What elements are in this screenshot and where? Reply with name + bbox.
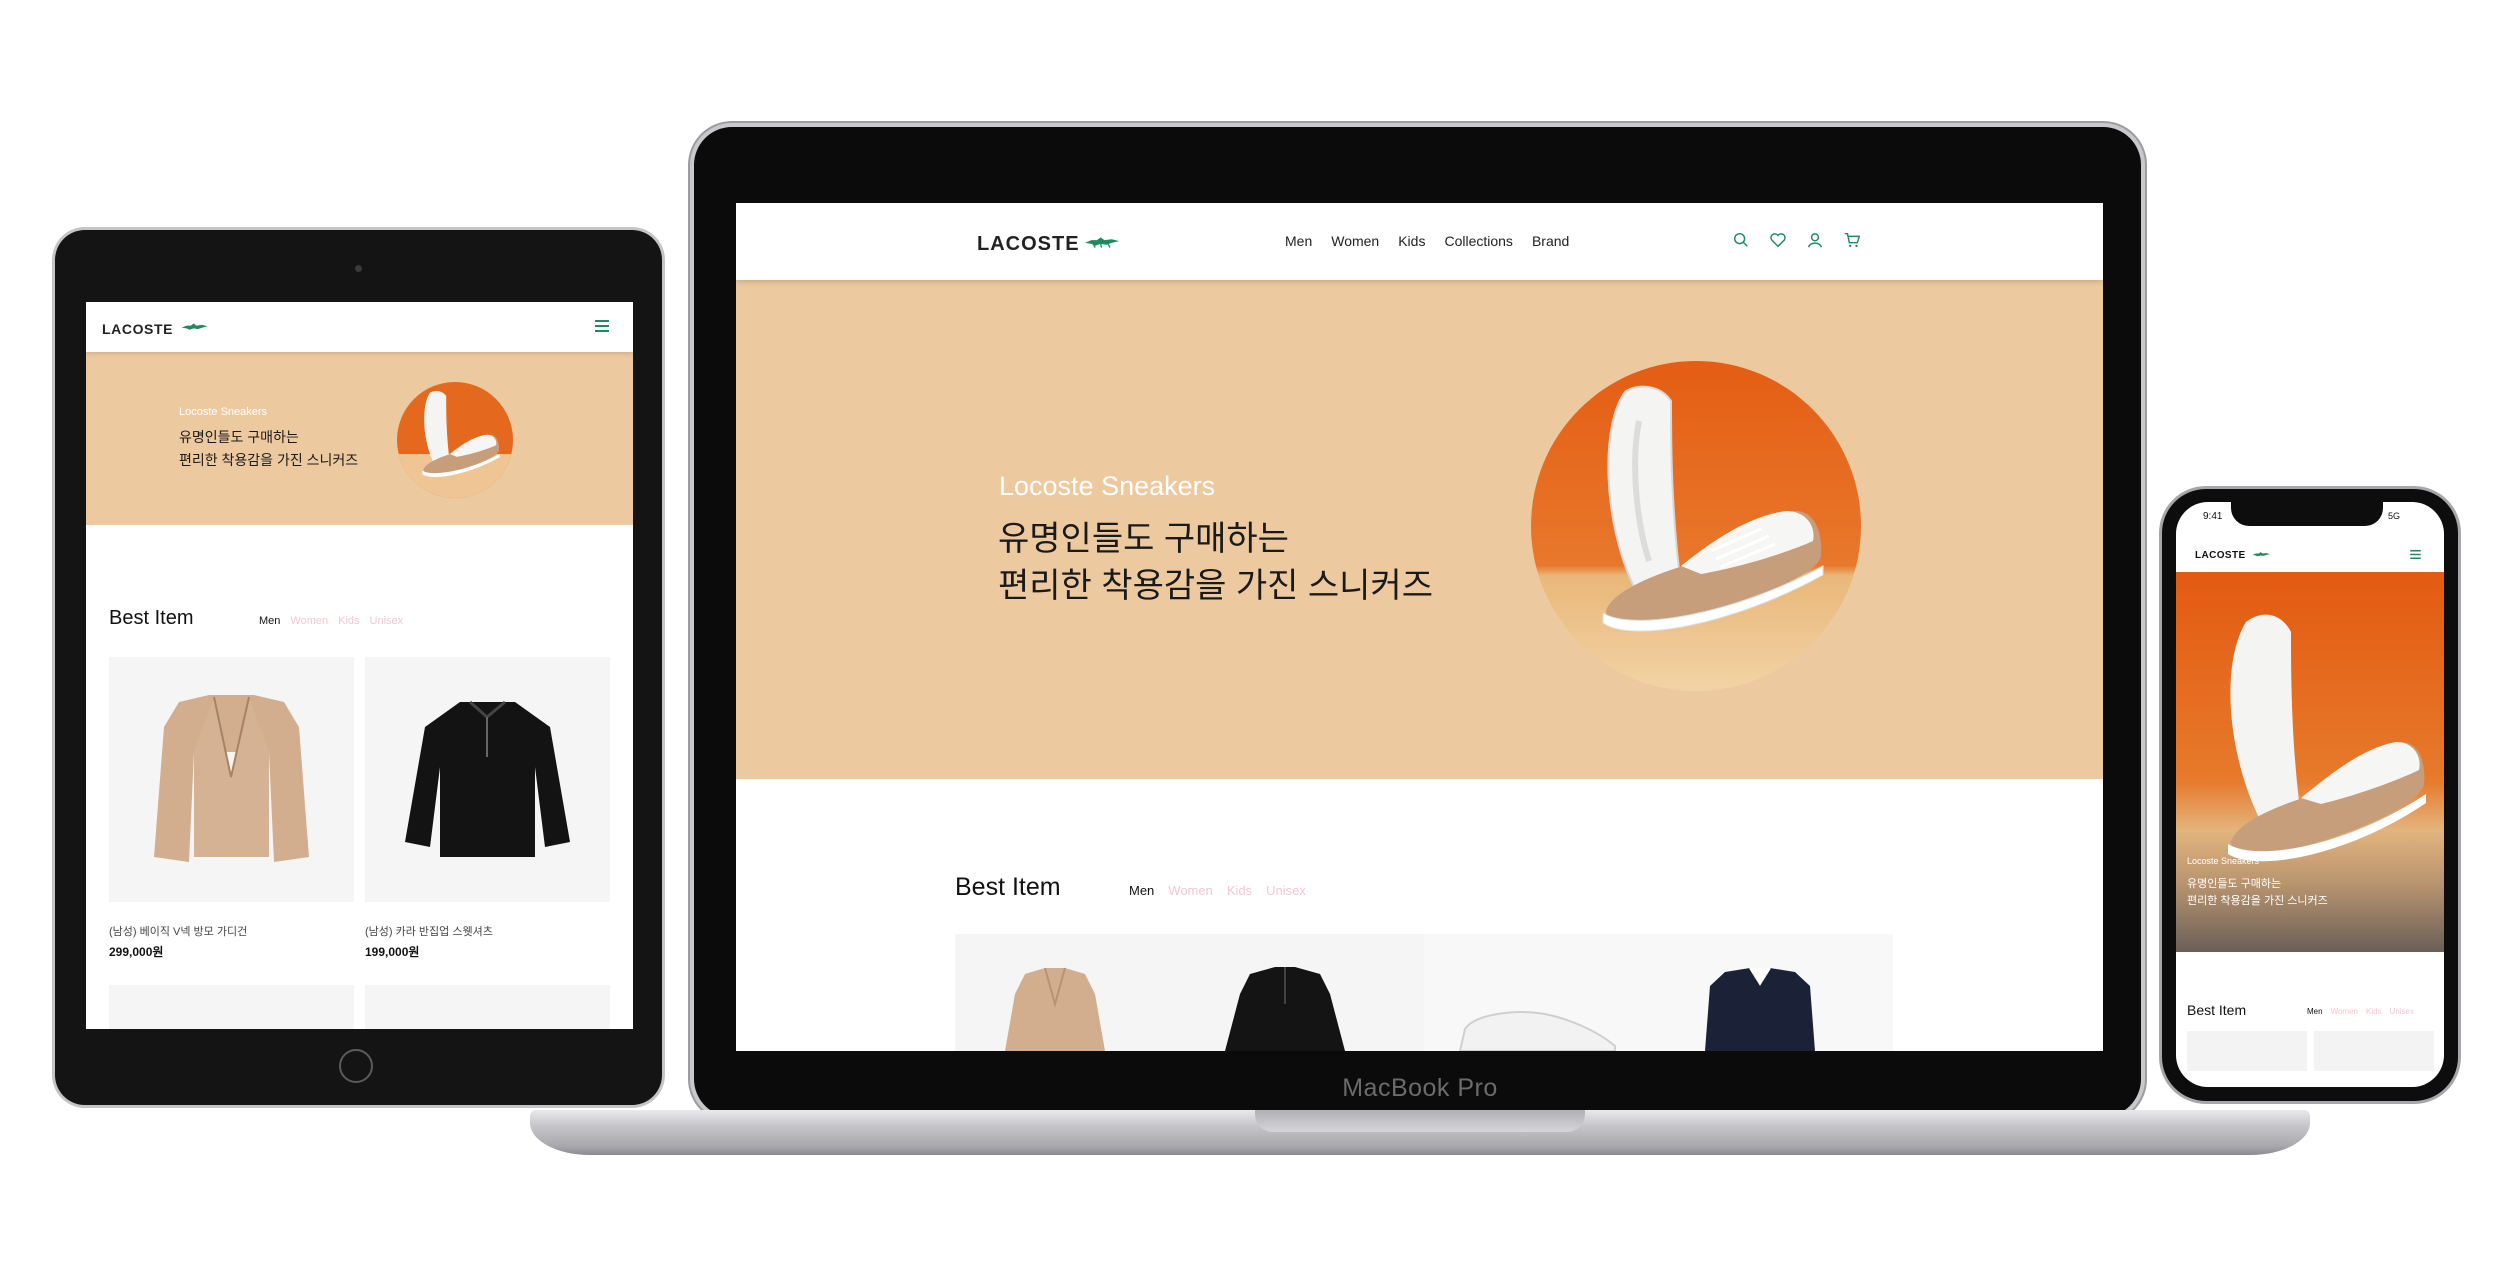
tab-kids[interactable]: Kids: [1227, 883, 1252, 898]
sneaker-image: [1531, 361, 1861, 691]
product-grid: [955, 934, 1893, 1051]
status-network: 5G: [2388, 511, 2401, 521]
nav-brand[interactable]: Brand: [1532, 233, 1569, 249]
product-name[interactable]: (남성) 베이직 V넥 방모 가디건: [109, 923, 247, 939]
nav-women[interactable]: Women: [1331, 233, 1379, 249]
macbook-thumb-notch: [1255, 1110, 1585, 1132]
hero-headline-line2: 편리한 착용감을 가진 스니커즈: [998, 567, 1433, 605]
hero-headline: 유명인들도 구매하는 편리한 착용감을 가진 스니커즈: [179, 426, 358, 472]
hero-headline-line1: 유명인들도 구매하는: [998, 520, 1289, 558]
main-nav: Men Women Kids Collections Brand: [1285, 233, 1569, 249]
tablet-screen: LACOSTE Locoste Sneakers 유명인들도 구매하는 편리한 …: [86, 302, 633, 1029]
heart-icon[interactable]: [1769, 231, 1787, 249]
nav-kids[interactable]: Kids: [1398, 233, 1425, 249]
best-item-title: Best Item: [955, 873, 1061, 901]
camera-icon: [355, 265, 362, 272]
crocodile-icon: [1084, 237, 1120, 248]
hero-banner: [2176, 572, 2444, 952]
search-icon[interactable]: [1732, 231, 1750, 249]
best-item-tabs: Men Women Kids Unisex: [1129, 883, 1306, 898]
macbook-label: MacBook Pro: [1342, 1074, 1498, 1102]
phone-screen: LACOSTE: [2176, 502, 2444, 1087]
nav-men[interactable]: Men: [1285, 233, 1312, 249]
site-header: LACOSTE Men Women Kids Collections Brand: [736, 203, 2103, 280]
product-card[interactable]: [365, 985, 610, 1029]
product-card[interactable]: [109, 657, 354, 902]
hamburger-menu-icon[interactable]: [595, 320, 609, 332]
tab-unisex[interactable]: Unisex: [370, 615, 404, 627]
tab-women[interactable]: Women: [1168, 883, 1213, 898]
tab-men[interactable]: Men: [259, 615, 280, 627]
site-logo[interactable]: LACOSTE: [2195, 550, 2246, 561]
home-button[interactable]: [339, 1049, 373, 1083]
product-card[interactable]: [109, 985, 354, 1029]
tab-women[interactable]: Women: [290, 615, 328, 627]
product-cardigan-image: [154, 695, 309, 862]
phone-notch: [2231, 502, 2383, 526]
tab-men[interactable]: Men: [1129, 883, 1154, 898]
best-item-tabs: Men Women Kids Unisex: [259, 615, 403, 627]
status-time: 9:41: [2203, 511, 2223, 522]
hamburger-menu-icon[interactable]: [2410, 550, 2421, 559]
tablet-header: LACOSTE: [86, 302, 633, 352]
cart-icon[interactable]: [1843, 231, 1861, 249]
tab-unisex[interactable]: Unisex: [1266, 883, 1306, 898]
crocodile-icon: [181, 323, 208, 330]
hero-headline-line2: 편리한 착용감을 가진 스니커즈: [179, 452, 359, 468]
product-sweatshirt-image: [405, 700, 570, 857]
user-icon[interactable]: [1806, 231, 1824, 249]
product-cardigan-image: [1005, 968, 1105, 1051]
nav-collections[interactable]: Collections: [1444, 233, 1512, 249]
site-logo[interactable]: LACOSTE: [977, 233, 1080, 256]
product-price: 199,000원: [365, 945, 420, 959]
hero-headline: 유명인들도 구매하는 편리한 착용감을 가진 스니커즈: [998, 516, 1433, 610]
site-logo[interactable]: LACOSTE: [102, 321, 173, 337]
crocodile-icon: [2252, 552, 2271, 557]
hero-banner: [86, 352, 633, 525]
tab-kids[interactable]: Kids: [338, 615, 359, 627]
hero-subtitle: Locoste Sneakers: [179, 406, 268, 418]
hero-subtitle: Locoste Sneakers: [999, 471, 1216, 501]
best-item-title: Best Item: [109, 607, 194, 629]
product-name[interactable]: (남성) 카라 반집업 스웻셔츠: [365, 923, 493, 939]
product-card[interactable]: [365, 657, 610, 902]
laptop-screen: LACOSTE Men Women Kids Collections Brand…: [736, 203, 2103, 1051]
sneaker-image: [397, 382, 513, 498]
header-icons: [1732, 231, 1861, 249]
hero-headline-line1: 유명인들도 구매하는: [179, 429, 299, 445]
product-price: 299,000원: [109, 945, 164, 959]
